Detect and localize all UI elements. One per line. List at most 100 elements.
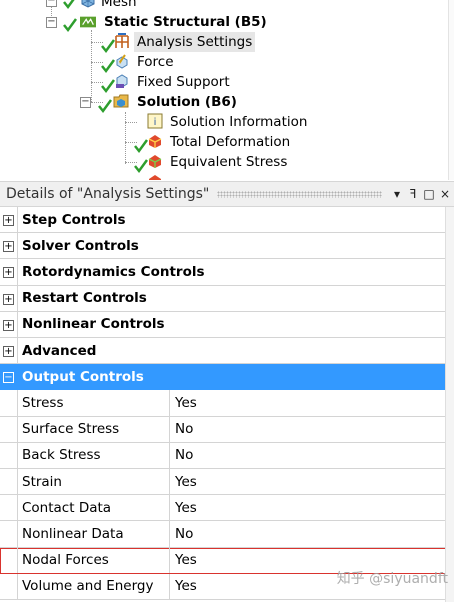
grid-divider [17, 233, 18, 259]
category-advanced[interactable]: + Advanced [0, 338, 446, 365]
property-name: Nodal Forces [22, 552, 109, 569]
property-value[interactable]: Yes [175, 474, 197, 490]
property-value[interactable]: Yes [175, 395, 197, 411]
grid-divider [17, 259, 18, 285]
mesh-icon [81, 0, 95, 8]
category-label: Solver Controls [22, 237, 139, 254]
grid-divider [17, 495, 18, 521]
close-icon[interactable]: × [438, 187, 452, 201]
grid-divider [169, 573, 170, 599]
grid-divider [17, 311, 18, 337]
category-label: Output Controls [22, 368, 144, 385]
property-name: Stress [22, 394, 64, 411]
force-icon [116, 54, 128, 69]
grid-divider [169, 442, 170, 468]
grid-divider [17, 285, 18, 311]
grid-divider [17, 469, 18, 495]
property-row-back-stress[interactable]: Back Stress No [0, 442, 446, 469]
property-row-strain[interactable]: Strain Yes [0, 469, 446, 496]
grid-divider [169, 495, 170, 521]
watermark: 知乎 @siyuandft [336, 571, 448, 587]
property-value[interactable]: Yes [175, 500, 197, 516]
category-label: Step Controls [22, 211, 126, 228]
static-structural-icon [80, 16, 96, 28]
tree-item-label: Analysis Settings [137, 34, 253, 50]
details-title-bar: Details of "Analysis Settings" ▾ ꟻ □ × [0, 181, 454, 207]
property-row-contact-data[interactable]: Contact Data Yes [0, 495, 446, 522]
grid-divider [169, 390, 170, 416]
grid-divider [17, 442, 18, 468]
category-output-controls[interactable]: − Output Controls [0, 364, 446, 391]
pin-icon[interactable]: ꟻ [406, 187, 420, 201]
details-scrollbar[interactable] [445, 207, 454, 602]
category-restart-controls[interactable]: + Restart Controls [0, 285, 446, 312]
expand-toggle[interactable] [46, 0, 57, 7]
grid-divider [169, 469, 170, 495]
tree-item-label: Mesh [101, 0, 137, 10]
expand-plus-icon[interactable]: + [3, 293, 14, 305]
expand-plus-icon[interactable]: + [3, 215, 14, 226]
category-nonlinear-controls[interactable]: + Nonlinear Controls [0, 311, 446, 338]
collapse-minus-icon[interactable]: − [3, 372, 14, 384]
tree-item-force[interactable]: Force [137, 52, 174, 72]
tree-connector [125, 112, 126, 164]
expand-plus-icon[interactable]: + [3, 241, 14, 253]
property-value[interactable]: No [175, 447, 193, 463]
tree-item-analysis-settings[interactable]: Analysis Settings [134, 32, 256, 52]
property-row-surface-stress[interactable]: Surface Stress No [0, 416, 446, 443]
property-value[interactable]: No [175, 421, 193, 437]
tree-item-label: Solution (B6) [137, 94, 237, 110]
tree-item-label: Total Deformation [170, 134, 291, 150]
equivalent-stress-icon [148, 155, 162, 168]
tree-item-label: Solution Information [170, 114, 308, 130]
tree-item-solution[interactable]: Solution (B6) [137, 92, 237, 112]
outline-tree: Mesh Static Structural (B5) Analysis Set… [0, 0, 454, 180]
property-row-nonlinear-data[interactable]: Nonlinear Data No [0, 521, 446, 548]
tree-connector [125, 122, 137, 123]
solution-icon [113, 94, 129, 108]
grid-divider [17, 338, 18, 364]
drag-grip[interactable] [217, 190, 382, 198]
tree-item-label: Force [137, 54, 174, 70]
collapse-toggle[interactable] [46, 17, 57, 28]
tree-item-static-structural[interactable]: Static Structural (B5) [104, 12, 267, 32]
property-row-stress[interactable]: Stress Yes [0, 390, 446, 417]
result-icon [149, 175, 161, 180]
grid-divider [17, 573, 18, 599]
details-title: Details of "Analysis Settings" [6, 186, 210, 202]
property-value[interactable]: Yes [175, 552, 197, 568]
tree-scrollbar[interactable] [448, 0, 454, 180]
maximize-icon[interactable]: □ [422, 187, 436, 201]
total-deformation-icon [148, 135, 162, 148]
property-name: Surface Stress [22, 421, 120, 438]
grid-divider [17, 416, 18, 442]
check-icon [98, 99, 113, 114]
property-value[interactable]: No [175, 526, 193, 542]
tree-item-label: Fixed Support [137, 74, 230, 90]
tree-item-fixed-support[interactable]: Fixed Support [137, 72, 230, 92]
expand-plus-icon[interactable]: + [3, 319, 14, 331]
fixed-support-icon [116, 74, 128, 88]
category-step-controls[interactable]: + Step Controls [0, 207, 446, 234]
dropdown-arrow-icon[interactable]: ▾ [390, 187, 404, 201]
collapse-toggle[interactable] [80, 97, 91, 108]
property-name: Nonlinear Data [22, 525, 124, 542]
expand-plus-icon[interactable]: + [3, 267, 14, 279]
tree-item-solution-information[interactable]: Solution Information [170, 112, 307, 132]
tree-item-mesh[interactable]: Mesh [101, 0, 137, 12]
property-value[interactable]: Yes [175, 578, 197, 594]
category-solver-controls[interactable]: + Solver Controls [0, 233, 446, 260]
tree-item-equivalent-stress[interactable]: Equivalent Stress [170, 152, 287, 172]
category-rotordynamics-controls[interactable]: + Rotordynamics Controls [0, 259, 446, 286]
tree-item-total-deformation[interactable]: Total Deformation [170, 132, 290, 152]
expand-plus-icon[interactable]: + [3, 346, 14, 357]
grid-divider [169, 547, 170, 573]
analysis-settings-icon [115, 33, 129, 48]
tree-item-label: Static Structural (B5) [104, 14, 267, 30]
tree-connector [91, 30, 92, 102]
category-label: Nonlinear Controls [22, 316, 165, 333]
check-icon [63, 0, 75, 10]
grid-divider [17, 390, 18, 416]
property-name: Back Stress [22, 447, 101, 464]
grid-divider [169, 416, 170, 442]
